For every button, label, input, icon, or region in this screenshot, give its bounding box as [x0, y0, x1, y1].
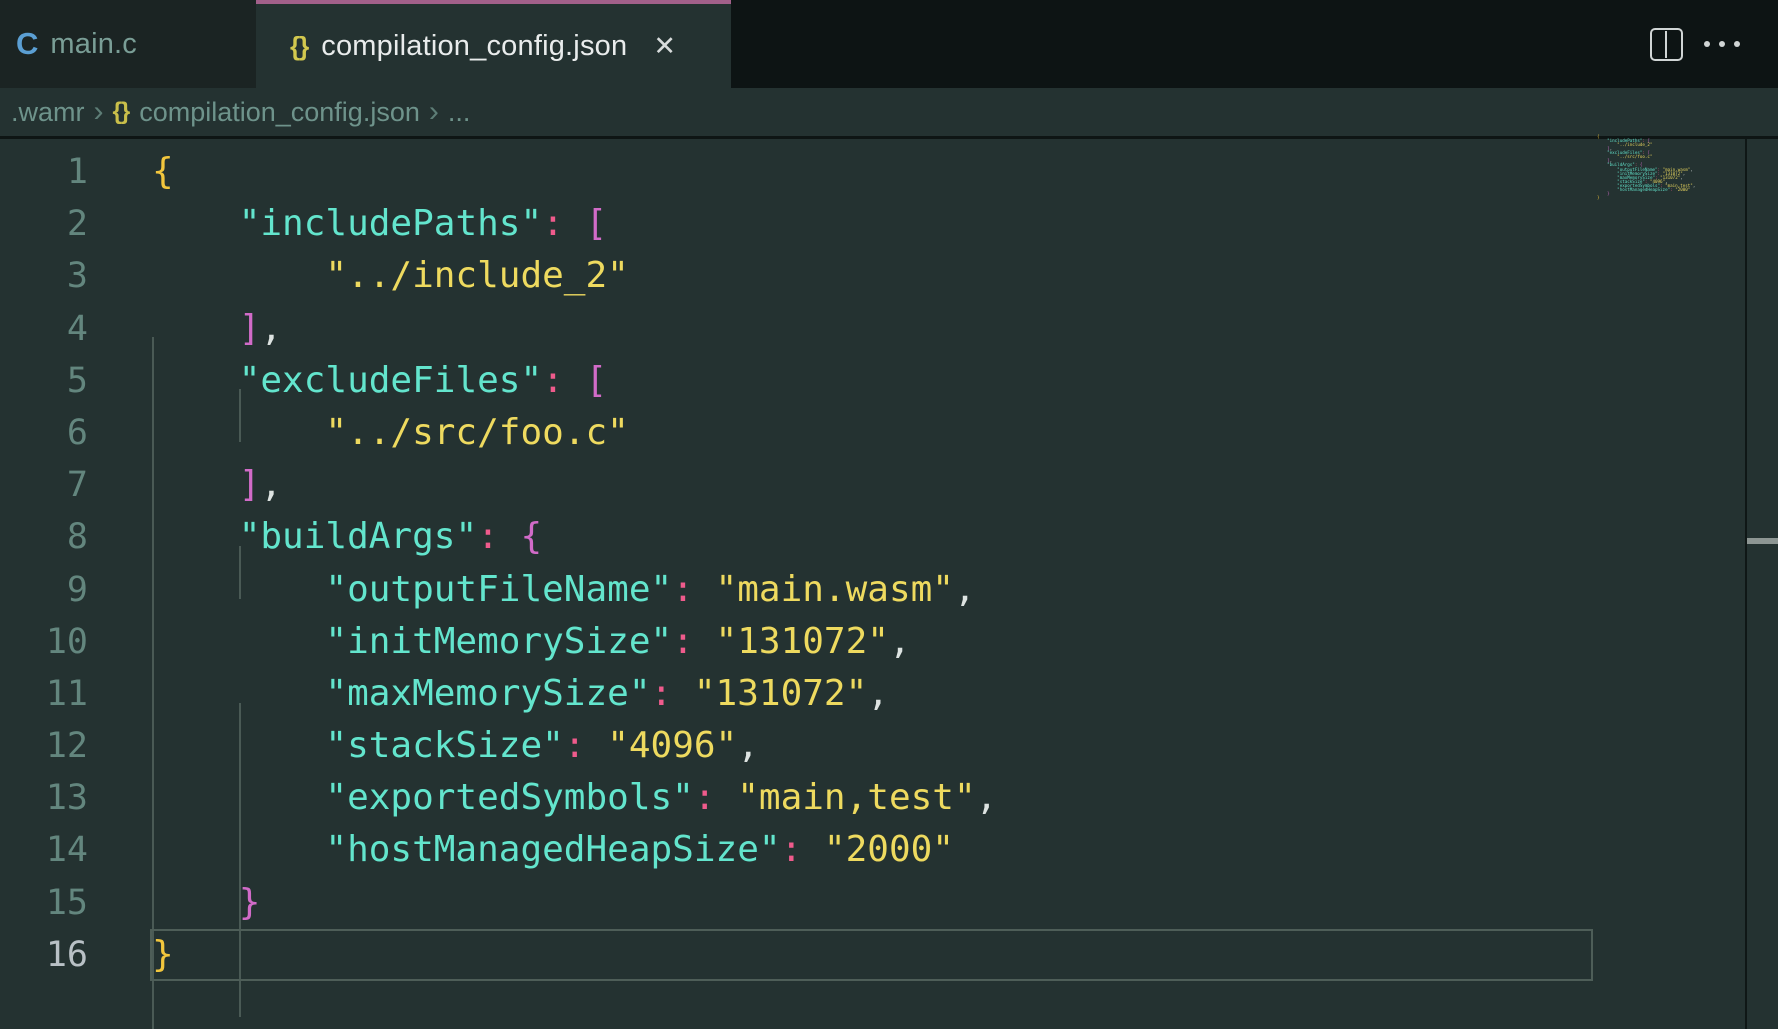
indent-guide [239, 546, 241, 599]
line-number[interactable]: 4 [0, 303, 88, 355]
line-number[interactable]: 9 [0, 564, 88, 616]
line-number[interactable]: 13 [0, 772, 88, 824]
tab-main-c-label: main.c [50, 28, 137, 61]
tab-bar: C main.c {} compilation_config.json ✕ [0, 0, 1778, 88]
code-line: 3 "../include_2" [0, 250, 1778, 302]
line-number[interactable]: 5 [0, 355, 88, 407]
close-tab-icon[interactable]: ✕ [653, 33, 676, 60]
line-number[interactable]: 6 [0, 407, 88, 459]
code-line-text[interactable]: "maxMemorySize": "131072", [88, 668, 889, 720]
code-line-text[interactable]: } [88, 929, 174, 981]
code-line-text[interactable]: "excludeFiles": [ [88, 355, 607, 407]
breadcrumb-more[interactable]: ... [448, 97, 471, 128]
code-line: 13 "exportedSymbols": "main,test", [0, 772, 1778, 824]
line-number[interactable]: 1 [0, 146, 88, 198]
chevron-right-icon: › [94, 97, 104, 127]
code-line: 16} [0, 929, 1778, 981]
code-line: 11 "maxMemorySize": "131072", [0, 668, 1778, 720]
code-line-text[interactable]: "exportedSymbols": "main,test", [88, 772, 997, 824]
line-number[interactable]: 2 [0, 198, 88, 250]
line-number[interactable]: 14 [0, 824, 88, 876]
code-lines: 1{2 "includePaths": [3 "../include_2"4 ]… [0, 146, 1778, 981]
code-line: 4 ], [0, 303, 1778, 355]
code-line-text[interactable]: "../src/foo.c" [88, 407, 629, 459]
code-line: 12 "stackSize": "4096", [0, 720, 1778, 772]
code-line: 14 "hostManagedHeapSize": "2000" [0, 824, 1778, 876]
indent-guide [239, 703, 241, 1017]
breadcrumb: .wamr › {} compilation_config.json › ... [0, 88, 1778, 136]
line-number[interactable]: 15 [0, 877, 88, 929]
line-number[interactable]: 16 [0, 929, 88, 981]
overview-ruler-cursor-marker[interactable] [1747, 538, 1778, 544]
code-line: 2 "includePaths": [ [0, 198, 1778, 250]
c-file-icon: C [16, 26, 38, 62]
code-line-text[interactable]: "initMemorySize": "131072", [88, 616, 911, 668]
chevron-right-icon: › [429, 97, 439, 127]
code-line: 7 ], [0, 459, 1778, 511]
breadcrumb-json-icon: {} [113, 98, 130, 126]
code-line-text[interactable]: } [88, 877, 260, 929]
code-line: 6 "../src/foo.c" [0, 407, 1778, 459]
code-line-text[interactable]: "hostManagedHeapSize": "2000" [88, 824, 954, 876]
split-editor-icon[interactable] [1650, 28, 1683, 61]
indent-guide [239, 389, 241, 442]
code-line-text[interactable]: "buildArgs": { [88, 511, 542, 563]
tab-compilation-config-label: compilation_config.json [321, 30, 627, 63]
code-line: 8 "buildArgs": { [0, 511, 1778, 563]
code-line: 1{ [0, 146, 1778, 198]
editor-pane: 1{2 "includePaths": [3 "../include_2"4 ]… [0, 139, 1778, 1029]
tab-main-c[interactable]: C main.c [0, 0, 256, 88]
code-line-text[interactable]: ], [88, 303, 282, 355]
code-line-text[interactable]: { [88, 146, 174, 198]
code-line: 9 "outputFileName": "main.wasm", [0, 564, 1778, 616]
line-number[interactable]: 3 [0, 250, 88, 302]
line-number[interactable]: 12 [0, 720, 88, 772]
line-number[interactable]: 10 [0, 616, 88, 668]
more-actions-icon[interactable] [1704, 41, 1740, 47]
minimap-content: { "includePaths": [ "../include_2" ], "e… [1597, 135, 1737, 200]
code-line: 10 "initMemorySize": "131072", [0, 616, 1778, 668]
code-line-text[interactable]: "outputFileName": "main.wasm", [88, 564, 976, 616]
code-line-text[interactable]: "../include_2" [88, 250, 629, 302]
code-line: 15 } [0, 877, 1778, 929]
code-line: 5 "excludeFiles": [ [0, 355, 1778, 407]
tab-bar-actions [731, 0, 1778, 88]
indent-guide [152, 337, 154, 1029]
breadcrumb-file[interactable]: compilation_config.json [139, 97, 420, 128]
line-number[interactable]: 11 [0, 668, 88, 720]
minimap[interactable]: { "includePaths": [ "../include_2" ], "e… [1597, 135, 1737, 200]
code-line-text[interactable]: "includePaths": [ [88, 198, 607, 250]
line-number[interactable]: 7 [0, 459, 88, 511]
tab-compilation-config[interactable]: {} compilation_config.json ✕ [256, 0, 731, 88]
breadcrumb-folder[interactable]: .wamr [11, 97, 85, 128]
code-line-text[interactable]: ], [88, 459, 282, 511]
json-file-icon: {} [290, 31, 308, 62]
code-line-text[interactable]: "stackSize": "4096", [88, 720, 759, 772]
line-number[interactable]: 8 [0, 511, 88, 563]
minimap-divider [1745, 139, 1747, 1029]
